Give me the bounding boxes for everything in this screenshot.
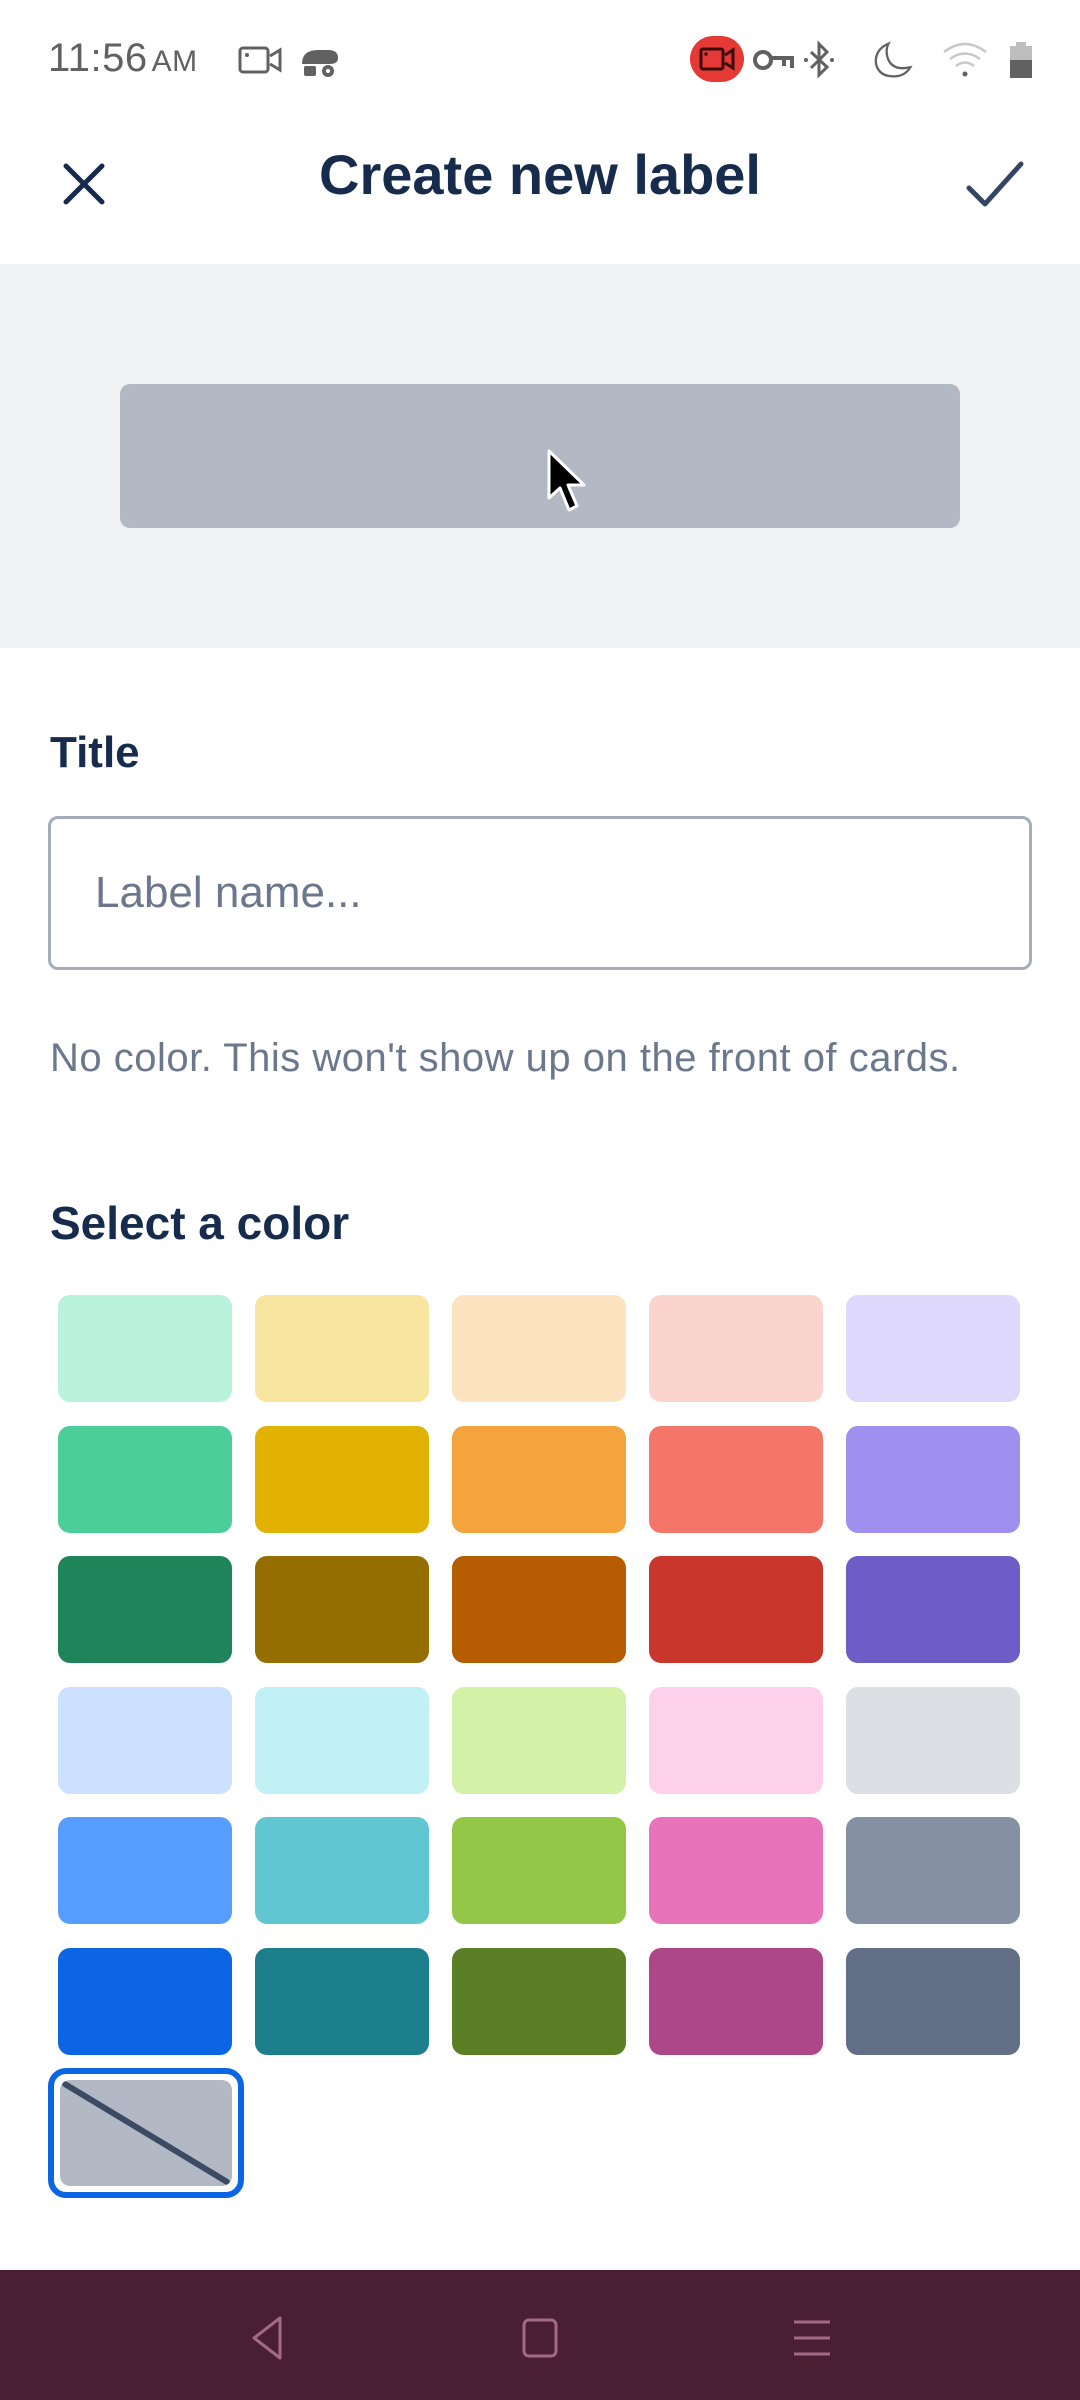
system-navigation-bar	[0, 2270, 1080, 2400]
home-icon[interactable]	[510, 2308, 570, 2368]
color-swatch[interactable]	[649, 1947, 823, 2055]
title-field-label: Title	[50, 728, 140, 777]
color-swatch[interactable]	[846, 1556, 1020, 1663]
color-swatch[interactable]	[649, 1295, 823, 1402]
color-swatch[interactable]	[255, 1295, 429, 1402]
select-color-heading: Select a color	[50, 1197, 350, 1249]
color-swatch[interactable]	[846, 1947, 1020, 2055]
color-swatch[interactable]	[452, 1817, 626, 1924]
color-swatch[interactable]	[846, 1686, 1020, 1794]
no-color-swatch[interactable]	[48, 2068, 244, 2198]
color-swatch[interactable]	[255, 1947, 429, 2055]
no-color-helper-text: No color. This won't show up on the fron…	[50, 1036, 961, 1080]
color-swatch[interactable]	[452, 1295, 626, 1402]
recording-indicator-icon	[690, 36, 744, 82]
color-swatch[interactable]	[452, 1947, 626, 2055]
app-bar: Create new label	[0, 120, 1080, 264]
ampm-text: AM	[151, 45, 198, 78]
app-notification-icon	[302, 50, 338, 77]
color-swatch[interactable]	[58, 1947, 232, 2055]
color-swatch[interactable]	[452, 1556, 626, 1663]
color-swatch[interactable]	[649, 1817, 823, 1924]
wifi-icon	[943, 42, 987, 77]
color-swatch[interactable]	[58, 1556, 232, 1663]
no-color-slash-icon	[60, 2080, 232, 2186]
recents-menu-icon[interactable]	[782, 2308, 842, 2368]
back-icon[interactable]	[240, 2308, 300, 2368]
label-preview	[120, 384, 960, 528]
status-bar: 11:56 AM	[0, 0, 1080, 120]
color-swatch[interactable]	[58, 1295, 232, 1402]
page-title: Create new label	[319, 143, 761, 206]
color-swatch[interactable]	[255, 1817, 429, 1924]
color-swatch[interactable]	[649, 1556, 823, 1663]
status-time: 11:56 AM	[48, 36, 198, 81]
color-swatch[interactable]	[58, 1817, 232, 1924]
time-text: 11:56	[48, 36, 148, 80]
color-swatch[interactable]	[846, 1817, 1020, 1924]
confirm-button[interactable]	[960, 152, 1030, 216]
color-swatch[interactable]	[58, 1425, 232, 1533]
color-swatch[interactable]	[846, 1425, 1020, 1533]
color-swatch[interactable]	[255, 1686, 429, 1794]
check-icon	[966, 161, 1024, 207]
vpn-key-icon	[753, 50, 794, 70]
no-color-swatch-fill	[60, 2080, 232, 2186]
label-preview-area	[0, 264, 1080, 648]
color-swatch[interactable]	[452, 1425, 626, 1533]
color-swatch[interactable]	[649, 1425, 823, 1533]
label-name-input[interactable]	[48, 816, 1032, 970]
screen-record-icon	[238, 46, 282, 74]
battery-icon	[1010, 42, 1032, 78]
do-not-disturb-moon-icon	[874, 41, 913, 78]
color-swatch[interactable]	[846, 1295, 1020, 1402]
color-swatch[interactable]	[58, 1686, 232, 1794]
color-swatch[interactable]	[452, 1686, 626, 1794]
color-swatch[interactable]	[255, 1556, 429, 1663]
color-swatch[interactable]	[649, 1686, 823, 1794]
color-swatch[interactable]	[255, 1425, 429, 1533]
bluetooth-icon	[804, 40, 834, 79]
